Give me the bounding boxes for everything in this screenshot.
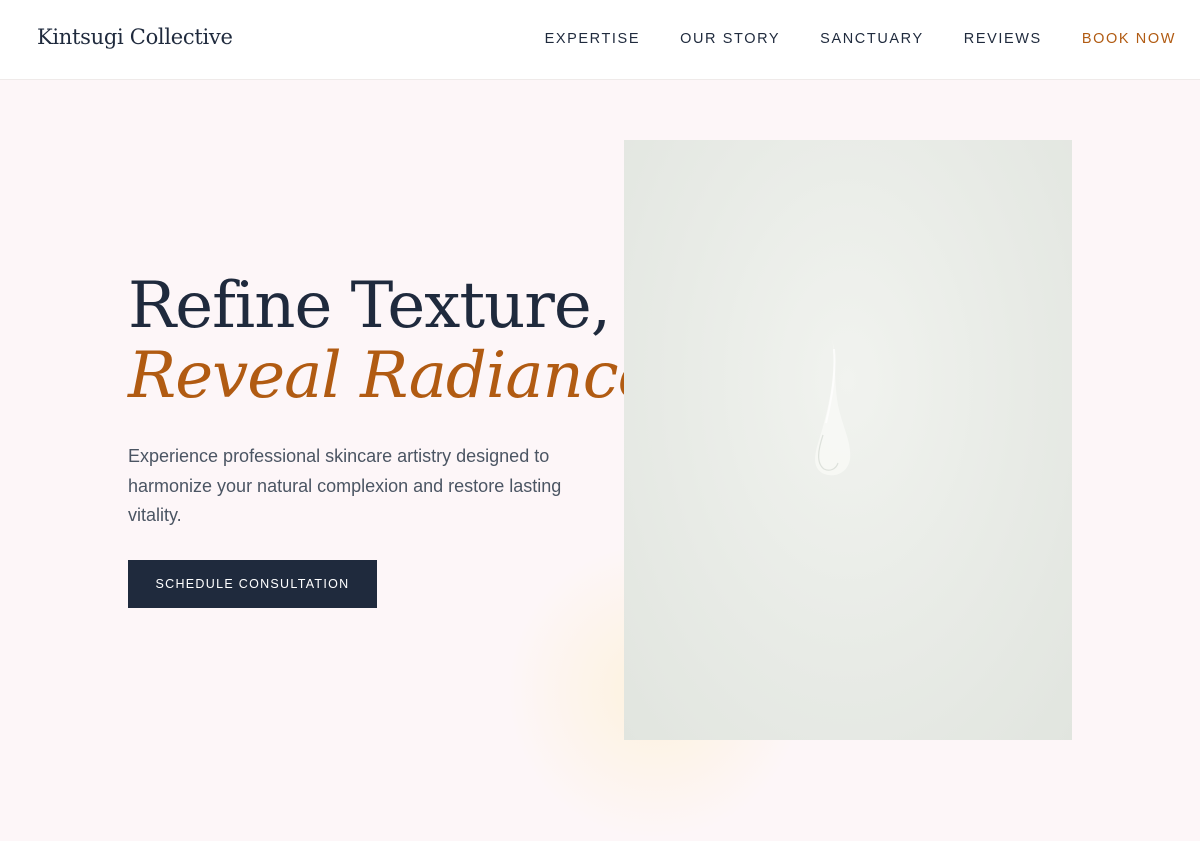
nav-link-book-now[interactable]: BOOK NOW <box>1082 31 1176 47</box>
hero-headline: Refine Texture, Reveal Radiance. <box>128 269 675 413</box>
nav-link-sanctuary[interactable]: SANCTUARY <box>820 31 924 47</box>
nav-link-expertise[interactable]: EXPERTISE <box>545 31 641 47</box>
schedule-consultation-button[interactable]: SCHEDULE CONSULTATION <box>128 560 377 608</box>
cream-swatch <box>815 337 851 476</box>
main-nav: EXPERTISE OUR STORY SANCTUARY REVIEWS BO… <box>545 31 1176 47</box>
hero-description: Experience professional skincare artistr… <box>128 446 562 525</box>
site-header: Kintsugi Collective EXPERTISE OUR STORY … <box>0 0 1200 80</box>
hero-product-image <box>624 140 1072 740</box>
headline-line-2: Reveal Radiance. <box>128 339 675 413</box>
headline-line-1: Refine Texture, <box>128 269 611 343</box>
hero-section: Refine Texture, Reveal Radiance. Experie… <box>0 81 1200 841</box>
nav-link-reviews[interactable]: REVIEWS <box>964 31 1042 47</box>
nav-link-our-story[interactable]: OUR STORY <box>680 31 780 47</box>
brand-logo[interactable]: Kintsugi Collective <box>37 25 233 49</box>
